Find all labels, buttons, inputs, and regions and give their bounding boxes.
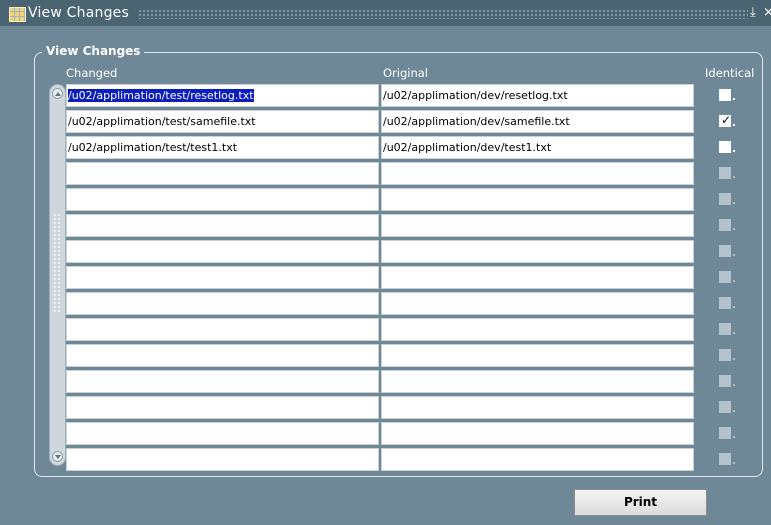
identical-checkbox[interactable]: [719, 323, 731, 335]
changed-path-text: /u02/applimation/test/resetlog.txt: [68, 89, 254, 102]
scroll-thumb[interactable]: [53, 213, 62, 313]
identical-checkbox[interactable]: [719, 167, 731, 179]
column-header-identical: Identical: [705, 66, 755, 80]
checkbox-dot: [733, 150, 735, 152]
table-row: [66, 370, 746, 394]
changed-path-field[interactable]: [66, 162, 379, 185]
column-header-original: Original: [383, 66, 429, 80]
grid-icon: [9, 7, 26, 22]
table-row: [66, 318, 746, 342]
scroll-down-icon[interactable]: [52, 451, 63, 462]
checkbox-dot: [733, 332, 735, 334]
changed-path-text: /u02/applimation/test/test1.txt: [68, 141, 238, 154]
identical-checkbox[interactable]: [719, 375, 731, 387]
checkbox-dot: [733, 384, 735, 386]
original-path-field[interactable]: [381, 396, 694, 419]
table-row: [66, 240, 746, 264]
title-bar[interactable]: View Changes ⤓ ×: [0, 0, 771, 26]
view-changes-window: View Changes ⤓ × View Changes Changed Or…: [0, 0, 771, 525]
checkbox-dot: [733, 410, 735, 412]
checkbox-dot: [733, 280, 735, 282]
original-path-field[interactable]: [381, 344, 694, 367]
original-path-text: /u02/applimation/dev/test1.txt: [383, 141, 552, 154]
original-path-text: /u02/applimation/dev/resetlog.txt: [383, 89, 568, 102]
original-path-field[interactable]: [381, 240, 694, 263]
scroll-up-icon[interactable]: [52, 88, 63, 99]
identical-checkbox[interactable]: [719, 219, 731, 231]
print-button[interactable]: Print: [574, 489, 707, 516]
identical-checkbox[interactable]: [719, 245, 731, 257]
original-path-field[interactable]: /u02/applimation/dev/resetlog.txt: [381, 84, 694, 107]
window-title: View Changes: [28, 5, 129, 21]
identical-checkbox[interactable]: [719, 141, 731, 153]
checkbox-dot: [733, 228, 735, 230]
original-path-field[interactable]: [381, 370, 694, 393]
checkbox-dot: [733, 124, 735, 126]
table-row: /u02/applimation/test/resetlog.txt/u02/a…: [66, 84, 746, 108]
changed-path-field[interactable]: [66, 422, 379, 445]
changed-path-field[interactable]: [66, 266, 379, 289]
identical-checkbox[interactable]: ✓: [719, 113, 732, 127]
checkbox-dot: [733, 98, 735, 100]
table-row: [66, 214, 746, 238]
original-path-field[interactable]: [381, 448, 694, 471]
checkbox-dot: [733, 436, 735, 438]
table-row: /u02/applimation/test/test1.txt/u02/appl…: [66, 136, 746, 160]
changed-path-field[interactable]: /u02/applimation/test/test1.txt: [66, 136, 379, 159]
group-title: View Changes: [42, 44, 145, 59]
original-path-field[interactable]: [381, 162, 694, 185]
changed-path-field[interactable]: [66, 318, 379, 341]
checkmark-icon: ✓: [721, 113, 732, 127]
checkbox-dot: [733, 462, 735, 464]
original-path-field[interactable]: [381, 188, 694, 211]
changed-path-field[interactable]: /u02/applimation/test/samefile.txt: [66, 110, 379, 133]
original-path-field[interactable]: [381, 214, 694, 237]
minimize-icon[interactable]: ⤓: [750, 5, 756, 20]
original-path-field[interactable]: /u02/applimation/dev/test1.txt: [381, 136, 694, 159]
changed-path-field[interactable]: [66, 292, 379, 315]
column-header-changed: Changed: [66, 66, 118, 80]
checkbox-dot: [733, 176, 735, 178]
changed-path-field[interactable]: [66, 214, 379, 237]
identical-checkbox[interactable]: [719, 297, 731, 309]
table-row: [66, 292, 746, 316]
original-path-field[interactable]: [381, 422, 694, 445]
changed-path-field[interactable]: [66, 240, 379, 263]
table-row: [66, 344, 746, 368]
changed-path-field[interactable]: /u02/applimation/test/resetlog.txt: [66, 84, 379, 107]
identical-checkbox[interactable]: [719, 401, 731, 413]
changed-path-field[interactable]: [66, 448, 379, 471]
identical-checkbox[interactable]: [719, 89, 731, 101]
checkbox-dot: [733, 254, 735, 256]
table-row: /u02/applimation/test/samefile.txt/u02/a…: [66, 110, 746, 134]
table-row: [66, 448, 746, 472]
changed-path-text: /u02/applimation/test/samefile.txt: [68, 115, 256, 128]
identical-checkbox[interactable]: [719, 349, 731, 361]
changed-path-field[interactable]: [66, 370, 379, 393]
close-icon[interactable]: ×: [763, 5, 771, 20]
checkbox-dot: [733, 202, 735, 204]
checkbox-dot: [733, 306, 735, 308]
changed-path-field[interactable]: [66, 188, 379, 211]
changed-path-field[interactable]: [66, 396, 379, 419]
table-row: [66, 162, 746, 186]
original-path-text: /u02/applimation/dev/samefile.txt: [383, 115, 570, 128]
identical-checkbox[interactable]: [719, 271, 731, 283]
table-row: [66, 188, 746, 212]
identical-checkbox[interactable]: [719, 193, 731, 205]
identical-checkbox[interactable]: [719, 453, 731, 465]
original-path-field[interactable]: [381, 266, 694, 289]
original-path-field[interactable]: [381, 318, 694, 341]
changed-path-field[interactable]: [66, 344, 379, 367]
original-path-field[interactable]: /u02/applimation/dev/samefile.txt: [381, 110, 694, 133]
original-path-field[interactable]: [381, 292, 694, 315]
title-grip: [138, 9, 748, 19]
table-row: [66, 266, 746, 290]
vertical-scrollbar[interactable]: [49, 84, 66, 466]
table-row: [66, 422, 746, 446]
table-row: [66, 396, 746, 420]
checkbox-dot: [733, 358, 735, 360]
identical-checkbox[interactable]: [719, 427, 731, 439]
